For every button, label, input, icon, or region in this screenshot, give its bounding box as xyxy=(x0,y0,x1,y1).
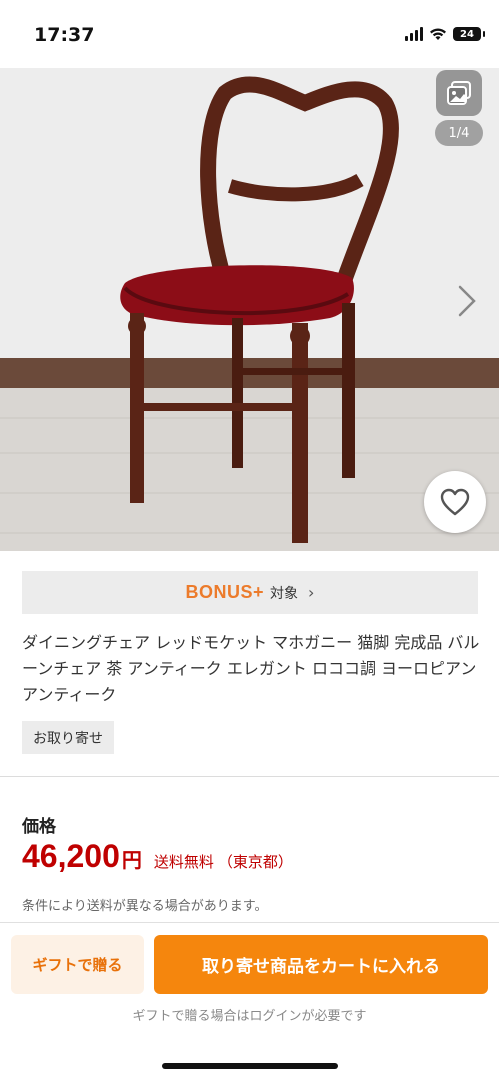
image-counter: 1/4 xyxy=(435,120,483,146)
product-image[interactable] xyxy=(0,68,499,551)
price-value: 46,200 xyxy=(22,838,120,874)
shipping-note: 条件により送料が異なる場合があります。 xyxy=(22,899,268,914)
price-unit: 円 xyxy=(121,848,142,872)
status-bar: 17:37 24 xyxy=(0,0,499,68)
favorite-button[interactable] xyxy=(424,471,486,533)
shipping-region: （東京都） xyxy=(217,853,293,871)
heart-icon xyxy=(440,488,470,516)
product-title: ダイニングチェア レッドモケット マホガニー 猫脚 完成品 バルーンチェア 茶 … xyxy=(22,633,480,704)
price-row: 46,200 円 送料無料 （東京都） xyxy=(22,838,293,875)
status-icons: 24 xyxy=(405,27,485,41)
bonus-label: 対象 xyxy=(270,585,299,602)
cellular-signal-icon xyxy=(405,27,423,41)
login-note: ギフトで贈る場合はログインが必要です xyxy=(132,1009,367,1024)
chevron-right-icon: › xyxy=(308,583,315,602)
add-to-cart-button[interactable]: 取り寄せ商品をカートに入れる xyxy=(154,935,488,994)
next-image-button[interactable] xyxy=(455,281,479,321)
battery-icon: 24 xyxy=(453,27,485,41)
action-bar: ギフトで贈る 取り寄せ商品をカートに入れる ギフトで贈る場合はログインが必要です xyxy=(0,922,499,1080)
status-time: 17:37 xyxy=(34,24,95,46)
product-photo xyxy=(0,68,499,551)
wifi-icon xyxy=(430,28,446,40)
gift-button[interactable]: ギフトで贈る xyxy=(11,935,144,994)
chevron-right-icon xyxy=(458,285,476,317)
price-label: 価格 xyxy=(22,817,56,837)
gallery-button[interactable] xyxy=(436,70,482,116)
shipping-label: 送料無料 xyxy=(153,853,214,871)
order-type-tag: お取り寄せ xyxy=(22,721,114,754)
divider xyxy=(0,776,499,777)
home-indicator[interactable] xyxy=(162,1063,338,1069)
bonus-logo: BONUS+ xyxy=(185,582,265,602)
bonus-banner[interactable]: BONUS+ 対象 › xyxy=(22,571,478,614)
image-gallery-icon xyxy=(447,81,471,105)
